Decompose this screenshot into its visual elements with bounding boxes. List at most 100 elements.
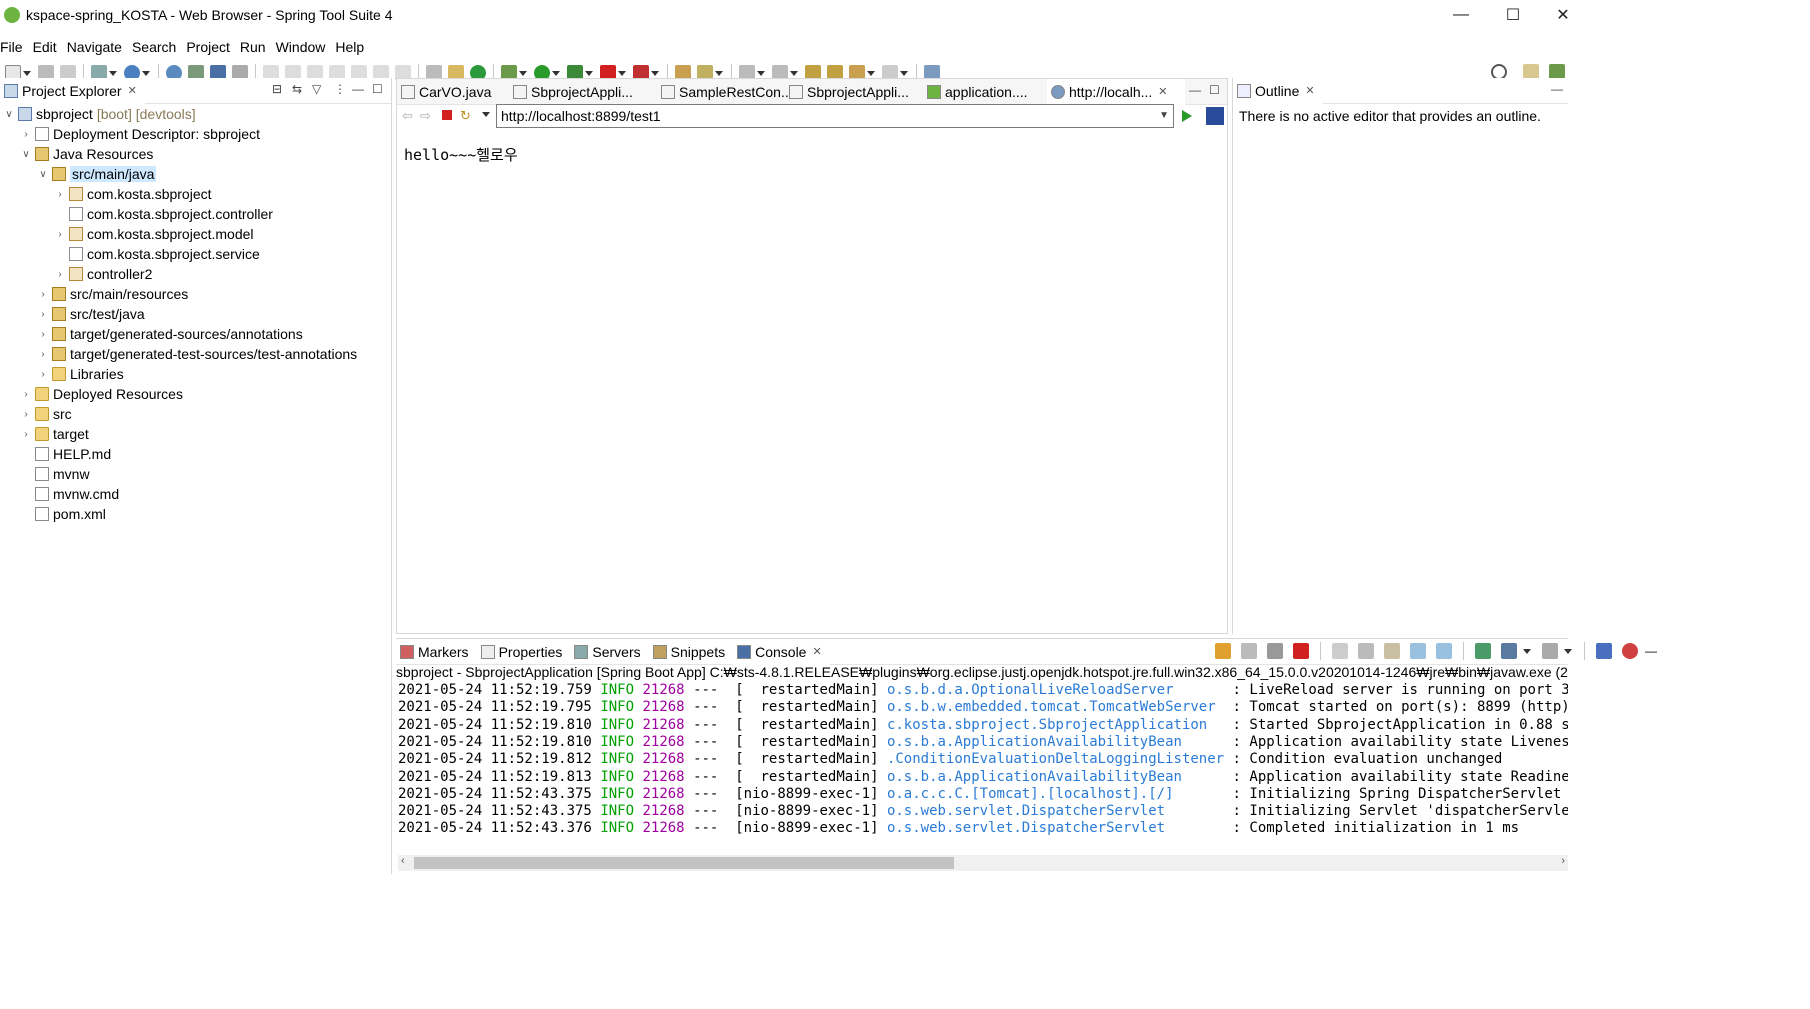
spring-boot-icon[interactable]	[1622, 643, 1638, 659]
chevron-down-icon[interactable]	[142, 70, 150, 76]
editor-tab[interactable]: SampleRestCon...	[657, 79, 793, 105]
tree-item[interactable]: › com.kosta.sbproject	[53, 184, 211, 204]
minimize-view-icon[interactable]: —	[1551, 82, 1563, 96]
chevron-right-icon[interactable]: ›	[53, 229, 67, 240]
collapse-all-icon[interactable]: ⊟	[272, 82, 282, 96]
chevron-down-icon[interactable]	[109, 70, 117, 76]
tab-console[interactable]: Console ✕	[733, 638, 830, 665]
open-external-browser-icon[interactable]	[1206, 107, 1224, 125]
minimize-view-icon[interactable]: —	[352, 82, 364, 96]
close-icon[interactable]: ✕	[812, 645, 821, 658]
minimize-button[interactable]: —	[1438, 0, 1484, 30]
tree-item[interactable]: ∨ sbproject [boot] [devtools]	[2, 104, 195, 124]
tree-item[interactable]: › controller2	[53, 264, 152, 284]
menu-file[interactable]: File	[0, 36, 31, 58]
chevron-down-icon[interactable]	[867, 70, 875, 76]
menu-search[interactable]: Search	[132, 36, 184, 58]
close-icon[interactable]: ✕	[1158, 85, 1167, 98]
filter-icon[interactable]: ▽	[312, 82, 321, 96]
chevron-right-icon[interactable]: ›	[36, 369, 50, 380]
tab-markers[interactable]: Markers	[396, 639, 477, 665]
chevron-down-icon[interactable]: ∨	[19, 149, 33, 160]
console-horizontal-scrollbar[interactable]: ‹ ›	[398, 855, 1568, 871]
menu-navigate[interactable]: Navigate	[67, 36, 130, 58]
tab-outline[interactable]: Outline ✕	[1233, 77, 1323, 104]
tree-item[interactable]: › target/generated-test-sources/test-anno…	[36, 344, 357, 364]
relaunch-icon[interactable]	[1215, 643, 1231, 659]
tree-item[interactable]: › com.kosta.sbproject.model	[53, 224, 253, 244]
editor-tab[interactable]: SbprojectAppli...	[509, 79, 657, 105]
show-console-stdout-icon[interactable]	[1410, 643, 1426, 659]
chevron-down-icon[interactable]	[552, 70, 560, 76]
chevron-down-icon[interactable]	[1564, 648, 1572, 654]
tree-item[interactable]: › src	[19, 404, 71, 424]
maximize-view-icon[interactable]: ☐	[372, 82, 383, 96]
chevron-down-icon[interactable]	[618, 70, 626, 76]
link-with-editor-icon[interactable]: ⇆	[292, 82, 302, 96]
scroll-lock-icon[interactable]	[1358, 643, 1374, 659]
chevron-right-icon[interactable]: ›	[19, 429, 33, 440]
chevron-right-icon[interactable]: ›	[19, 129, 33, 140]
editor-tab[interactable]: CarVO.java	[397, 79, 509, 105]
chevron-down-icon[interactable]	[519, 70, 527, 76]
menu-window[interactable]: Window	[276, 36, 334, 58]
chevron-down-icon[interactable]	[900, 70, 908, 76]
editor-tab[interactable]: SbprojectAppli...	[785, 79, 923, 105]
tab-properties[interactable]: Properties	[477, 639, 571, 665]
chevron-down-icon[interactable]	[715, 70, 723, 76]
minimize-editor-icon[interactable]: —	[1189, 83, 1201, 97]
tree-item[interactable]: pom.xml	[19, 504, 106, 524]
view-menu-icon[interactable]: ⋮	[334, 82, 346, 96]
display-selected-console-icon[interactable]	[1501, 643, 1517, 659]
chevron-down-icon[interactable]: ▼	[1159, 105, 1169, 127]
chevron-down-icon[interactable]	[1523, 648, 1531, 654]
minimize-view-icon[interactable]: —	[1645, 644, 1657, 658]
chevron-down-icon[interactable]	[23, 70, 31, 76]
close-icon[interactable]: ✕	[128, 84, 137, 97]
chevron-down-icon[interactable]: ∨	[36, 169, 50, 180]
tree-item[interactable]: › src/test/java	[36, 304, 144, 324]
word-wrap-icon[interactable]	[1384, 643, 1400, 659]
browser-forward-icon[interactable]: ⇨	[420, 108, 431, 124]
tree-item[interactable]: com.kosta.sbproject.controller	[53, 204, 273, 224]
chevron-right-icon[interactable]: ›	[36, 289, 50, 300]
scrollbar-thumb[interactable]	[414, 857, 954, 869]
browser-refresh-icon[interactable]: ↻	[460, 108, 471, 124]
chevron-right-icon[interactable]: ›	[53, 189, 67, 200]
remove-all-launches-icon[interactable]	[1267, 643, 1283, 659]
scroll-right-icon[interactable]: ›	[1561, 855, 1565, 867]
tab-project-explorer[interactable]: Project Explorer ✕	[0, 77, 145, 104]
browser-back-icon[interactable]: ⇦	[402, 108, 413, 124]
tab-snippets[interactable]: Snippets	[649, 639, 733, 665]
show-console-stderr-icon[interactable]	[1436, 643, 1452, 659]
browser-stop-icon[interactable]	[442, 110, 452, 120]
chevron-down-icon[interactable]	[482, 112, 490, 117]
url-input[interactable]: http://localhost:8899/test1 ▼	[496, 104, 1174, 128]
chevron-right-icon[interactable]: ›	[36, 349, 50, 360]
menu-help[interactable]: Help	[335, 36, 372, 58]
remove-launch-icon[interactable]	[1241, 643, 1257, 659]
menu-run[interactable]: Run	[240, 36, 274, 58]
maximize-editor-icon[interactable]: ☐	[1209, 83, 1220, 97]
scroll-left-icon[interactable]: ‹	[401, 855, 405, 867]
chevron-down-icon[interactable]	[790, 70, 798, 76]
menu-edit[interactable]: Edit	[33, 36, 65, 58]
maximize-button[interactable]: ☐	[1490, 0, 1536, 30]
chevron-right-icon[interactable]: ›	[53, 269, 67, 280]
terminate-icon[interactable]	[1293, 643, 1309, 659]
pin-console-icon[interactable]	[1475, 643, 1491, 659]
chevron-right-icon[interactable]: ›	[36, 329, 50, 340]
close-icon[interactable]: ✕	[1305, 84, 1314, 97]
tree-item[interactable]: › src/main/resources	[36, 284, 188, 304]
chevron-down-icon[interactable]	[651, 70, 659, 76]
tree-item[interactable]: ∨ Java Resources	[19, 144, 153, 164]
tree-item[interactable]: HELP.md	[19, 444, 111, 464]
chevron-down-icon[interactable]	[585, 70, 593, 76]
close-window-button[interactable]: ✕	[1540, 0, 1586, 30]
tree-item[interactable]: › Deployment Descriptor: sbproject	[19, 124, 260, 144]
tree-item[interactable]: mvnw	[19, 464, 90, 484]
tree-item[interactable]: ∨ src/main/java	[36, 164, 157, 184]
tree-item[interactable]: › target	[19, 424, 88, 444]
clear-console-icon[interactable]	[1332, 643, 1348, 659]
go-icon[interactable]	[1182, 110, 1192, 122]
